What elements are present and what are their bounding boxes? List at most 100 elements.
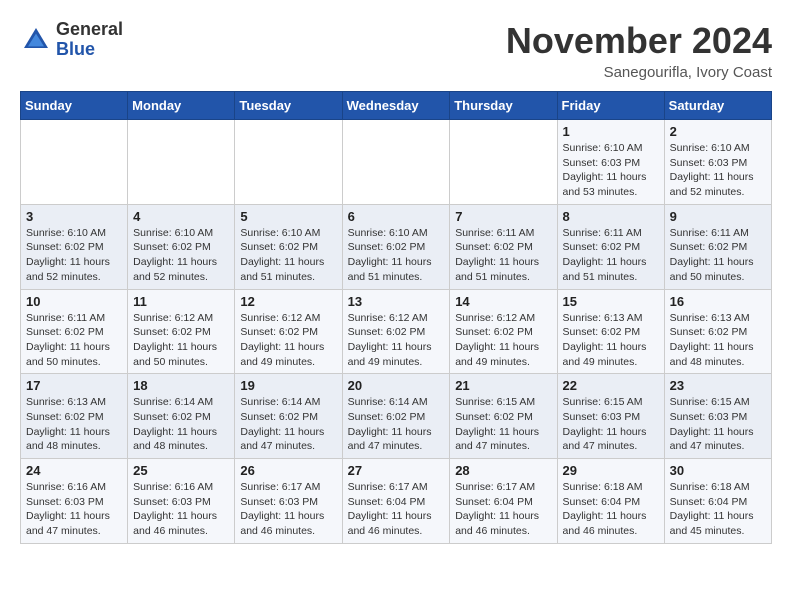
- calendar-cell: 5Sunrise: 6:10 AM Sunset: 6:02 PM Daylig…: [235, 204, 342, 289]
- calendar-cell: 10 Sunrise: 6:11 AM Sunset: 6:02 PM Dayli…: [21, 289, 128, 374]
- day-number: 19: [240, 378, 336, 393]
- calendar-cell: 1 Sunrise: 6:10 AM Sunset: 6:03 PM Daylig…: [557, 120, 664, 205]
- day-number: 14: [455, 294, 551, 309]
- day-number: 12: [240, 294, 336, 309]
- day-number: 27: [348, 463, 445, 478]
- weekday-header-monday: Monday: [128, 92, 235, 120]
- calendar-cell: 21 Sunrise: 6:15 AM Sunset: 6:02 PM Dayli…: [450, 374, 557, 459]
- day-number: 30: [670, 463, 766, 478]
- day-info: Sunrise: 6:10 AM Sunset: 6:02 PM Dayligh…: [240, 226, 336, 285]
- day-number: 26: [240, 463, 336, 478]
- calendar-cell: 16 Sunrise: 6:13 AM Sunset: 6:02 PM Dayli…: [664, 289, 771, 374]
- day-number: 10: [26, 294, 122, 309]
- calendar-cell: 17 Sunrise: 6:13 AM Sunset: 6:02 PM Dayli…: [21, 374, 128, 459]
- day-info: Sunrise: 6:13 AM Sunset: 6:02 PM Dayligh…: [26, 395, 122, 454]
- day-number: 6: [348, 209, 445, 224]
- day-info: Sunrise: 6:11 AM Sunset: 6:02 PM Dayligh…: [670, 226, 766, 285]
- calendar-cell: 25 Sunrise: 6:16 AM Sunset: 6:03 PM Dayli…: [128, 459, 235, 544]
- day-number: 8: [563, 209, 659, 224]
- calendar-cell: 26 Sunrise: 6:17 AM Sunset: 6:03 PM Dayli…: [235, 459, 342, 544]
- day-number: 18: [133, 378, 229, 393]
- day-number: 9: [670, 209, 766, 224]
- calendar-cell: 11 Sunrise: 6:12 AM Sunset: 6:02 PM Dayli…: [128, 289, 235, 374]
- week-row-1: 1 Sunrise: 6:10 AM Sunset: 6:03 PM Daylig…: [21, 120, 772, 205]
- calendar-cell: [450, 120, 557, 205]
- day-number: 11: [133, 294, 229, 309]
- day-info: Sunrise: 6:11 AM Sunset: 6:02 PM Dayligh…: [563, 226, 659, 285]
- calendar-cell: [21, 120, 128, 205]
- calendar-cell: 4Sunrise: 6:10 AM Sunset: 6:02 PM Daylig…: [128, 204, 235, 289]
- day-info: Sunrise: 6:13 AM Sunset: 6:02 PM Dayligh…: [563, 311, 659, 370]
- calendar-cell: [342, 120, 450, 205]
- week-row-5: 24 Sunrise: 6:16 AM Sunset: 6:03 PM Dayli…: [21, 459, 772, 544]
- calendar-cell: 14 Sunrise: 6:12 AM Sunset: 6:02 PM Dayli…: [450, 289, 557, 374]
- day-info: Sunrise: 6:10 AM Sunset: 6:03 PM Dayligh…: [563, 141, 659, 200]
- calendar-cell: [235, 120, 342, 205]
- calendar-cell: [128, 120, 235, 205]
- logo-text: General Blue: [56, 20, 123, 60]
- day-number: 25: [133, 463, 229, 478]
- day-info: Sunrise: 6:17 AM Sunset: 6:04 PM Dayligh…: [455, 480, 551, 539]
- logo-icon: [20, 24, 52, 56]
- calendar-cell: 22 Sunrise: 6:15 AM Sunset: 6:03 PM Dayli…: [557, 374, 664, 459]
- day-info: Sunrise: 6:11 AM Sunset: 6:02 PM Dayligh…: [26, 311, 122, 370]
- calendar-table: SundayMondayTuesdayWednesdayThursdayFrid…: [20, 91, 772, 544]
- calendar-cell: 13Sunrise: 6:12 AM Sunset: 6:02 PM Dayli…: [342, 289, 450, 374]
- day-number: 13: [348, 294, 445, 309]
- title-block: November 2024 Sanegourifla, Ivory Coast: [506, 20, 772, 81]
- day-number: 16: [670, 294, 766, 309]
- weekday-header-thursday: Thursday: [450, 92, 557, 120]
- day-number: 22: [563, 378, 659, 393]
- logo-line1: General: [56, 20, 123, 40]
- day-number: 29: [563, 463, 659, 478]
- day-number: 1: [563, 124, 659, 139]
- day-info: Sunrise: 6:11 AM Sunset: 6:02 PM Dayligh…: [455, 226, 551, 285]
- day-number: 24: [26, 463, 122, 478]
- week-row-4: 17 Sunrise: 6:13 AM Sunset: 6:02 PM Dayli…: [21, 374, 772, 459]
- calendar-cell: 19 Sunrise: 6:14 AM Sunset: 6:02 PM Dayli…: [235, 374, 342, 459]
- weekday-header-tuesday: Tuesday: [235, 92, 342, 120]
- week-row-2: 3 Sunrise: 6:10 AM Sunset: 6:02 PM Daylig…: [21, 204, 772, 289]
- location: Sanegourifla, Ivory Coast: [506, 64, 772, 81]
- day-info: Sunrise: 6:10 AM Sunset: 6:02 PM Dayligh…: [26, 226, 122, 285]
- day-info: Sunrise: 6:10 AM Sunset: 6:02 PM Dayligh…: [348, 226, 445, 285]
- day-info: Sunrise: 6:10 AM Sunset: 6:03 PM Dayligh…: [670, 141, 766, 200]
- day-info: Sunrise: 6:12 AM Sunset: 6:02 PM Dayligh…: [455, 311, 551, 370]
- day-info: Sunrise: 6:15 AM Sunset: 6:03 PM Dayligh…: [670, 395, 766, 454]
- day-info: Sunrise: 6:16 AM Sunset: 6:03 PM Dayligh…: [133, 480, 229, 539]
- day-number: 23: [670, 378, 766, 393]
- calendar-cell: 12 Sunrise: 6:12 AM Sunset: 6:02 PM Dayli…: [235, 289, 342, 374]
- calendar-cell: 2 Sunrise: 6:10 AM Sunset: 6:03 PM Daylig…: [664, 120, 771, 205]
- calendar-cell: 30 Sunrise: 6:18 AM Sunset: 6:04 PM Dayli…: [664, 459, 771, 544]
- day-info: Sunrise: 6:18 AM Sunset: 6:04 PM Dayligh…: [563, 480, 659, 539]
- weekday-header-row: SundayMondayTuesdayWednesdayThursdayFrid…: [21, 92, 772, 120]
- page-header: General Blue November 2024 Sanegourifla,…: [20, 20, 772, 81]
- day-info: Sunrise: 6:17 AM Sunset: 6:04 PM Dayligh…: [348, 480, 445, 539]
- day-info: Sunrise: 6:12 AM Sunset: 6:02 PM Dayligh…: [133, 311, 229, 370]
- weekday-header-friday: Friday: [557, 92, 664, 120]
- day-info: Sunrise: 6:13 AM Sunset: 6:02 PM Dayligh…: [670, 311, 766, 370]
- day-info: Sunrise: 6:18 AM Sunset: 6:04 PM Dayligh…: [670, 480, 766, 539]
- day-info: Sunrise: 6:15 AM Sunset: 6:02 PM Dayligh…: [455, 395, 551, 454]
- day-number: 3: [26, 209, 122, 224]
- calendar-cell: 7Sunrise: 6:11 AM Sunset: 6:02 PM Daylig…: [450, 204, 557, 289]
- day-number: 17: [26, 378, 122, 393]
- day-number: 2: [670, 124, 766, 139]
- month-title: November 2024: [506, 20, 772, 62]
- logo-line2: Blue: [56, 40, 123, 60]
- day-info: Sunrise: 6:15 AM Sunset: 6:03 PM Dayligh…: [563, 395, 659, 454]
- day-info: Sunrise: 6:14 AM Sunset: 6:02 PM Dayligh…: [240, 395, 336, 454]
- day-info: Sunrise: 6:12 AM Sunset: 6:02 PM Dayligh…: [240, 311, 336, 370]
- calendar-cell: 9 Sunrise: 6:11 AM Sunset: 6:02 PM Daylig…: [664, 204, 771, 289]
- weekday-header-sunday: Sunday: [21, 92, 128, 120]
- calendar-cell: 6 Sunrise: 6:10 AM Sunset: 6:02 PM Daylig…: [342, 204, 450, 289]
- day-info: Sunrise: 6:17 AM Sunset: 6:03 PM Dayligh…: [240, 480, 336, 539]
- week-row-3: 10 Sunrise: 6:11 AM Sunset: 6:02 PM Dayli…: [21, 289, 772, 374]
- day-number: 15: [563, 294, 659, 309]
- day-info: Sunrise: 6:16 AM Sunset: 6:03 PM Dayligh…: [26, 480, 122, 539]
- calendar-cell: 8 Sunrise: 6:11 AM Sunset: 6:02 PM Daylig…: [557, 204, 664, 289]
- calendar-cell: 3 Sunrise: 6:10 AM Sunset: 6:02 PM Daylig…: [21, 204, 128, 289]
- logo: General Blue: [20, 20, 123, 60]
- day-number: 21: [455, 378, 551, 393]
- calendar-cell: 24 Sunrise: 6:16 AM Sunset: 6:03 PM Dayli…: [21, 459, 128, 544]
